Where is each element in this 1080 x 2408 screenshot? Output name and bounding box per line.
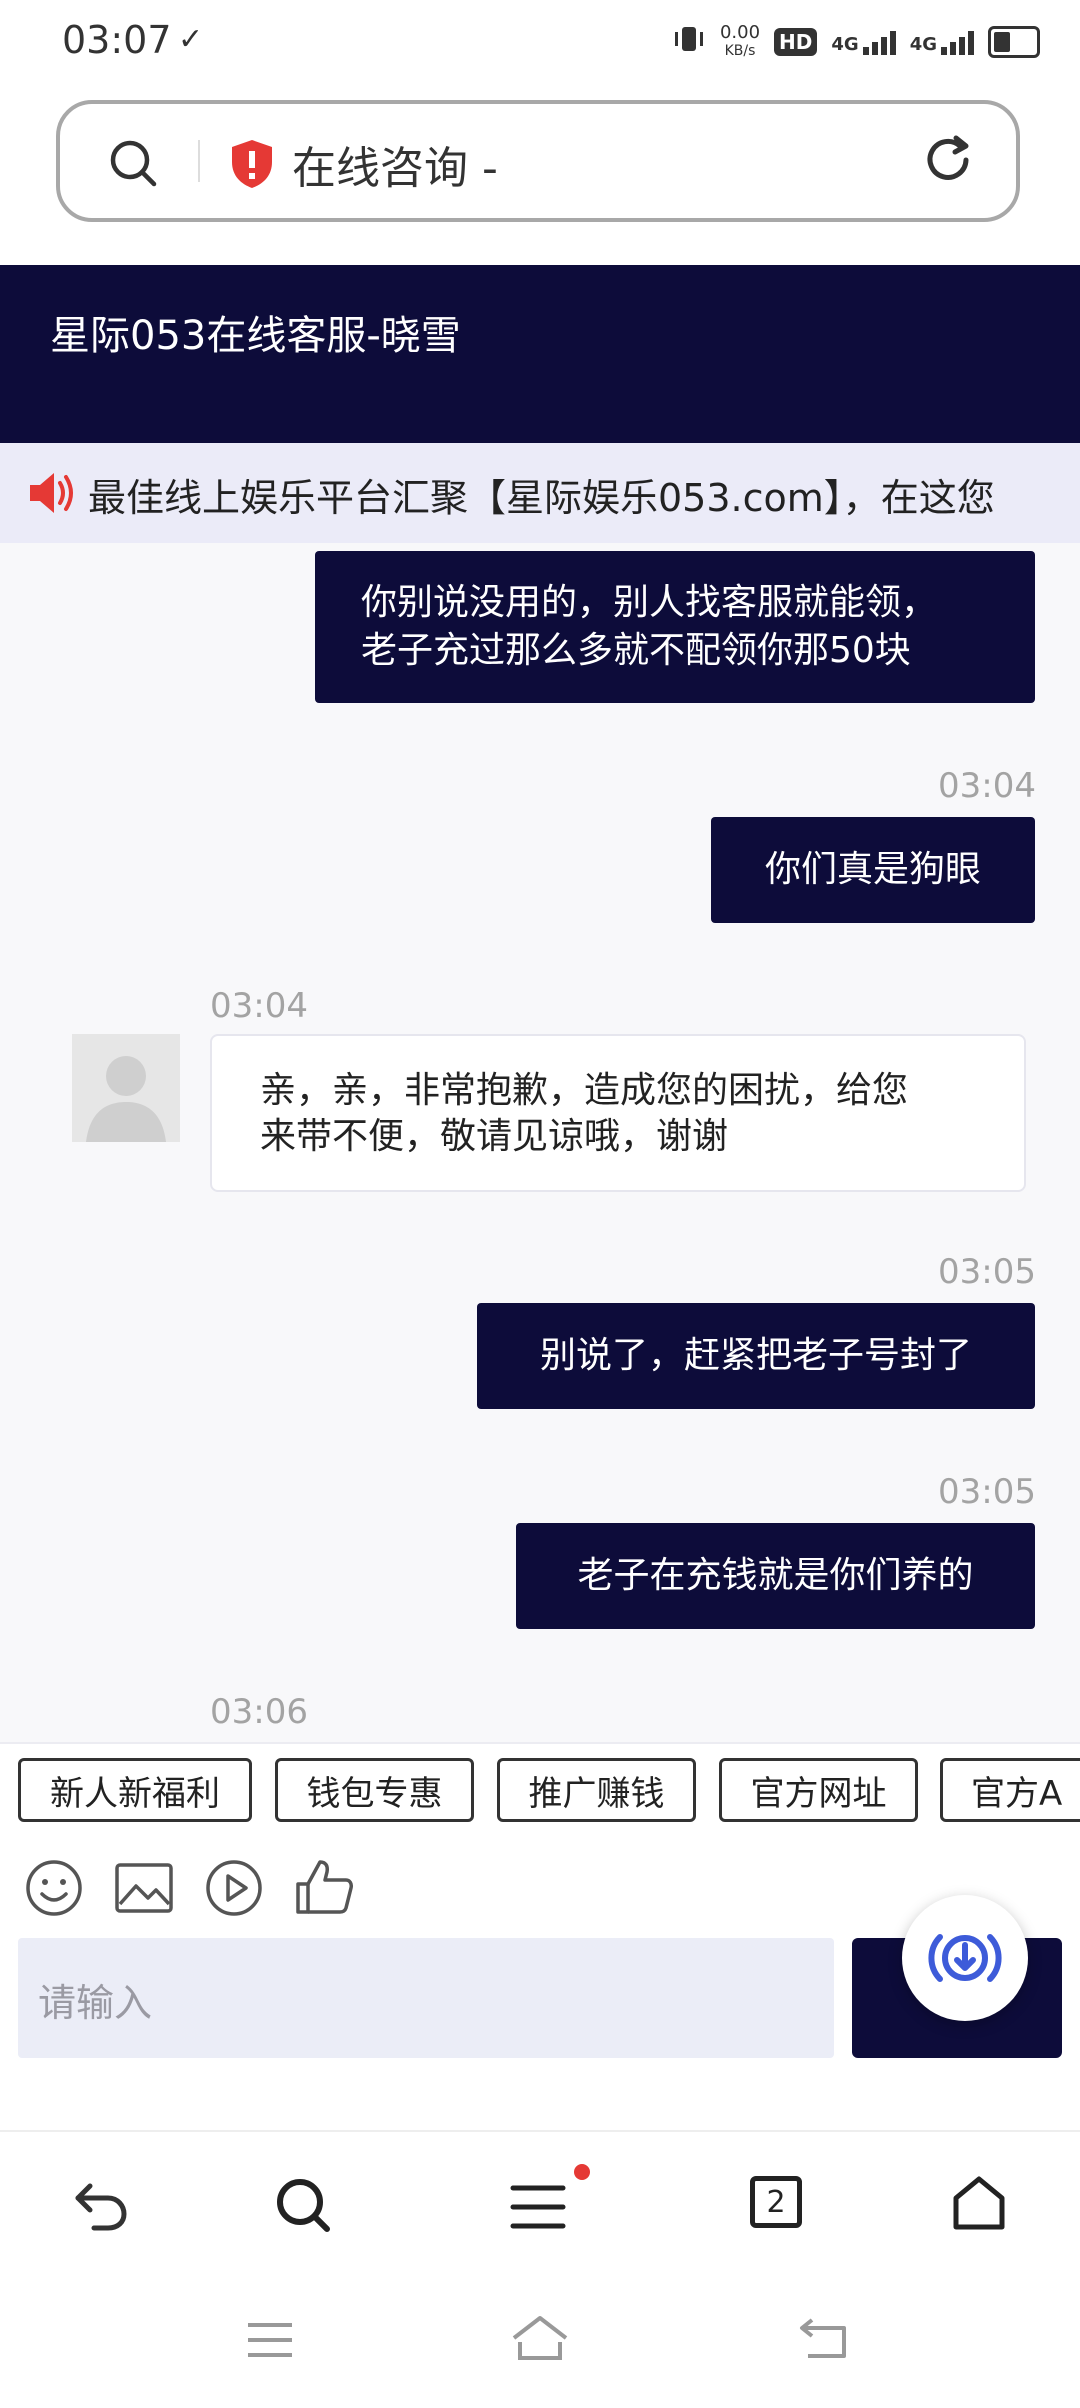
announcement-text: 最佳线上娱乐平台汇聚【星际娱乐053.com】，在这您 — [88, 476, 995, 520]
vibrate-icon — [672, 24, 706, 60]
message-out: 别说了，赶紧把老子号封了 — [477, 1303, 1035, 1409]
message-time: 03:05 — [938, 1472, 1036, 1512]
thumbs-up-icon[interactable] — [294, 1856, 356, 1922]
net-speed: 0.00 KB/s — [719, 22, 761, 60]
signal-bars-icon — [941, 29, 974, 55]
address-bar[interactable]: 在线咨询 - — [56, 100, 1020, 222]
message-time: 03:05 — [938, 1252, 1036, 1292]
message-out: 老子在充钱就是你们养的 — [516, 1523, 1035, 1629]
menu-icon[interactable] — [510, 2182, 566, 2236]
chat-header: 星际053在线客服-晓雪 — [0, 265, 1080, 443]
message-input-placeholder: 请输入 — [38, 1981, 153, 2025]
video-icon[interactable] — [204, 1858, 264, 1922]
status-time: 03:07 — [62, 18, 172, 62]
quick-reply-referral[interactable]: 推广赚钱 — [497, 1758, 696, 1822]
message-time: 03:06 — [210, 1692, 308, 1732]
page-title[interactable]: 在线咨询 - — [292, 132, 498, 196]
speaker-icon — [26, 469, 78, 521]
signal-1: 4G — [831, 29, 896, 55]
battery-icon — [988, 26, 1040, 58]
search-icon[interactable] — [274, 2176, 332, 2238]
divider — [198, 140, 200, 182]
back-icon[interactable] — [72, 2178, 130, 2238]
system-home-icon[interactable] — [510, 2314, 570, 2366]
system-nav-bar — [0, 2270, 1080, 2408]
reload-icon[interactable] — [920, 132, 976, 192]
floating-download-button[interactable] — [902, 1895, 1028, 2021]
tab-count: 2 — [766, 2184, 786, 2220]
quick-reply-wallet-offer[interactable]: 钱包专惠 — [275, 1758, 474, 1822]
announcement-bar: 最佳线上娱乐平台汇聚【星际娱乐053.com】，在这您 — [0, 443, 1080, 543]
chat-title: 星际053在线客服-晓雪 — [50, 313, 461, 359]
message-input[interactable]: 请输入 — [18, 1938, 834, 2058]
shield-warning-icon[interactable] — [228, 138, 276, 194]
message-time: 03:04 — [210, 986, 308, 1026]
signal-bars-icon — [862, 29, 896, 55]
avatar[interactable] — [72, 1034, 180, 1142]
quick-replies-bar: 新人新福利 钱包专惠 推广赚钱 官方网址 官方A — [0, 1742, 1080, 1838]
download-icon — [928, 1934, 1002, 1982]
tabs-button[interactable]: 2 — [750, 2176, 802, 2228]
status-indicators: 0.00 KB/s HD 4G 4G — [672, 20, 1040, 64]
home-icon[interactable] — [950, 2174, 1008, 2236]
image-icon[interactable] — [114, 1860, 174, 1920]
message-in: 亲，亲，非常抱歉，造成您的困扰，给您 来带不便，敬请见谅哦，谢谢 — [210, 1034, 1026, 1192]
message-out: 你们真是狗眼 — [711, 817, 1035, 923]
quick-reply-new-user-bonus[interactable]: 新人新福利 — [18, 1758, 252, 1822]
quick-reply-official-app[interactable]: 官方A — [940, 1758, 1080, 1822]
browser-bottom-nav: 2 — [0, 2130, 1080, 2272]
quick-reply-official-site[interactable]: 官方网址 — [719, 1758, 918, 1822]
emoji-icon[interactable] — [24, 1858, 84, 1922]
notification-dot — [574, 2164, 590, 2180]
system-back-icon[interactable] — [798, 2316, 850, 2364]
user-silhouette-icon — [86, 1056, 166, 1142]
download-done-icon: ✓ — [178, 22, 204, 57]
message-out: 你别说没用的，别人找客服就能领， 老子充过那么多就不配领你那50块 — [315, 551, 1035, 703]
status-bar: 03:07 ✓ 0.00 KB/s HD 4G 4G — [0, 0, 1080, 85]
recent-apps-icon[interactable] — [246, 2320, 294, 2364]
search-icon[interactable] — [108, 138, 160, 194]
message-time: 03:04 — [938, 766, 1036, 806]
hd-badge: HD — [774, 28, 818, 56]
signal-2: 4G — [910, 29, 974, 55]
